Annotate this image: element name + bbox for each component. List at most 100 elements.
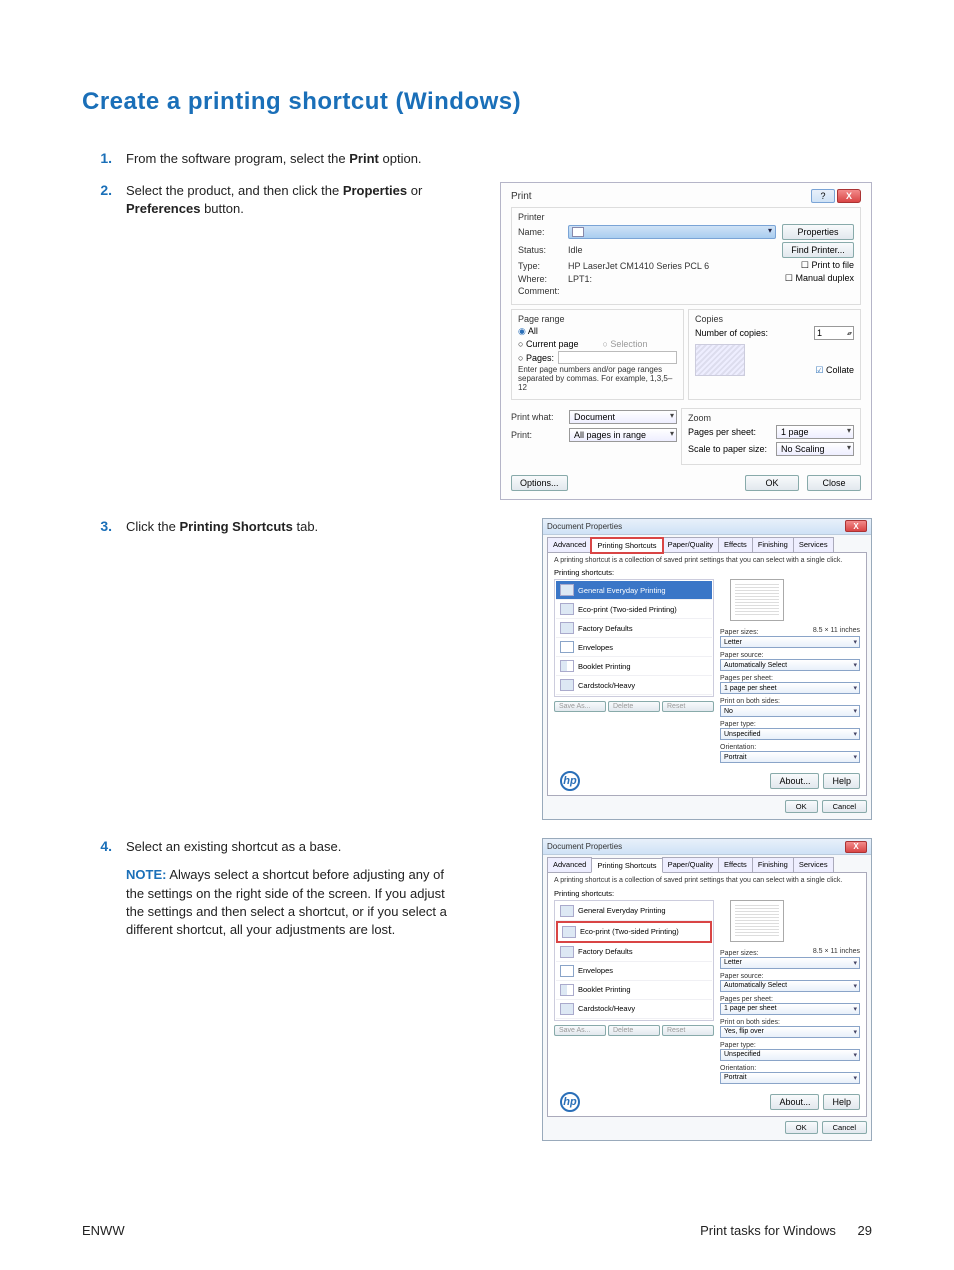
find-printer-button[interactable]: Find Printer... <box>782 242 854 258</box>
print-combo[interactable]: All pages in range <box>569 428 677 442</box>
help-button[interactable]: Help <box>823 773 860 789</box>
shortcut-icon <box>560 660 574 672</box>
close-button[interactable]: X <box>837 189 861 203</box>
scale-label: Scale to paper size: <box>688 444 767 454</box>
shortcut-item[interactable]: Eco-print (Two-sided Printing) <box>556 600 712 619</box>
shortcut-list[interactable]: General Everyday PrintingEco-print (Two-… <box>554 579 714 697</box>
pages-hint: Enter page numbers and/or page ranges se… <box>518 366 677 392</box>
printer-name-combo[interactable] <box>568 225 776 239</box>
pages-input[interactable] <box>558 351 677 364</box>
footer-right: Print tasks for Windows 29 <box>700 1223 872 1238</box>
tab-finishing[interactable]: Finishing <box>752 857 794 872</box>
shortcut-label: General Everyday Printing <box>578 906 666 915</box>
close-button-bottom[interactable]: Close <box>807 475 861 491</box>
shortcut-list-label: Printing shortcuts: <box>554 568 860 577</box>
about-button[interactable]: About... <box>770 773 819 789</box>
tab-effects[interactable]: Effects <box>718 537 753 552</box>
ok-button[interactable]: OK <box>785 800 818 813</box>
about-button[interactable]: About... <box>770 1094 819 1110</box>
tab-printing-shortcuts[interactable]: Printing Shortcuts <box>591 538 662 553</box>
shortcut-item[interactable]: Factory Defaults <box>556 619 712 638</box>
tab-advanced[interactable]: Advanced <box>547 537 592 552</box>
paper-sizes-combo[interactable]: Letter <box>720 636 860 648</box>
step-text-a: Click the <box>126 519 179 534</box>
collate-checkbox[interactable]: Collate <box>815 365 854 376</box>
shortcut-label: Factory Defaults <box>578 624 633 633</box>
dialog-title: Print <box>511 191 532 202</box>
paper-source-combo[interactable]: Automatically Select <box>720 659 860 671</box>
close-icon[interactable]: X <box>845 520 867 532</box>
scale-combo[interactable]: No Scaling <box>776 442 854 456</box>
cancel-button[interactable]: Cancel <box>822 1121 867 1134</box>
ok-button[interactable]: OK <box>745 475 799 491</box>
tabs: AdvancedPrinting ShortcutsPaper/QualityE… <box>547 857 867 873</box>
tab-finishing[interactable]: Finishing <box>752 537 794 552</box>
shortcut-icon <box>560 946 574 958</box>
tab-paper-quality[interactable]: Paper/Quality <box>662 537 719 552</box>
note-text: Always select a shortcut before adjustin… <box>126 867 447 937</box>
step-bold-b: Preferences <box>126 201 200 216</box>
reset-button[interactable]: Reset <box>662 701 714 712</box>
shortcut-list[interactable]: General Everyday Printing Eco-print (Two-… <box>554 900 714 1021</box>
step-text-b: tab. <box>293 519 318 534</box>
pps-combo[interactable]: 1 page <box>776 425 854 439</box>
help-button[interactable]: ? <box>811 189 835 203</box>
both-sides-combo[interactable]: Yes, flip over <box>720 1026 860 1038</box>
num-copies-input[interactable]: 1 <box>814 326 854 340</box>
paper-source-combo[interactable]: Automatically Select <box>720 980 860 992</box>
delete-button[interactable]: Delete <box>608 1025 660 1036</box>
tab-printing-shortcuts[interactable]: Printing Shortcuts <box>591 858 662 873</box>
tab-effects[interactable]: Effects <box>718 857 753 872</box>
print-to-file-checkbox[interactable]: Print to file <box>801 260 854 271</box>
delete-button[interactable]: Delete <box>608 701 660 712</box>
tab-advanced[interactable]: Advanced <box>547 857 592 872</box>
shortcut-item[interactable]: General Everyday Printing <box>556 581 712 600</box>
pages-per-sheet-combo[interactable]: 1 page per sheet <box>720 1003 860 1015</box>
step-number: 4. <box>82 838 126 939</box>
orientation-combo[interactable]: Portrait <box>720 751 860 763</box>
shortcut-item[interactable]: Factory Defaults <box>556 943 712 962</box>
cancel-button[interactable]: Cancel <box>822 800 867 813</box>
paper-type-combo[interactable]: Unspecified <box>720 728 860 740</box>
step-1: 1. From the software program, select the… <box>82 150 872 168</box>
orientation-combo[interactable]: Portrait <box>720 1072 860 1084</box>
shortcut-item[interactable]: Envelopes <box>556 638 712 657</box>
reset-button[interactable]: Reset <box>662 1025 714 1036</box>
shortcut-item[interactable]: Cardstock/Heavy <box>556 676 712 695</box>
ok-button[interactable]: OK <box>785 1121 818 1134</box>
name-label: Name: <box>518 227 568 237</box>
where-label: Where: <box>518 274 568 284</box>
save-as-button[interactable]: Save As... <box>554 1025 606 1036</box>
pages-radio[interactable]: Pages: <box>518 353 554 363</box>
shortcut-item[interactable]: Envelopes <box>556 962 712 981</box>
tab-services[interactable]: Services <box>793 857 834 872</box>
dp-title: Document Properties <box>547 522 622 531</box>
save-as-button[interactable]: Save As... <box>554 701 606 712</box>
manual-duplex-checkbox[interactable]: Manual duplex <box>785 273 854 284</box>
paper-sizes-combo[interactable]: Letter <box>720 957 860 969</box>
tab-paper-quality[interactable]: Paper/Quality <box>662 857 719 872</box>
printer-group: Printer Name: Properties Status: Idle Fi… <box>511 207 861 305</box>
pages-per-sheet-label: Pages per sheet: <box>720 996 773 1003</box>
shortcut-list-label: Printing shortcuts: <box>554 889 860 898</box>
properties-button[interactable]: Properties <box>782 224 854 240</box>
current-page-radio[interactable]: Current page <box>518 339 578 349</box>
shortcut-item[interactable]: Booklet Printing <box>556 981 712 1000</box>
close-icon[interactable]: X <box>845 841 867 853</box>
step-bold-a: Properties <box>343 183 407 198</box>
shortcut-item[interactable]: General Everyday Printing <box>556 902 712 921</box>
step-3-row: 3. Click the Printing Shortcuts tab. Doc… <box>82 518 872 821</box>
both-sides-combo[interactable]: No <box>720 705 860 717</box>
page-range-group: Page range All Current page Selection Pa… <box>511 309 684 399</box>
pages-per-sheet-combo[interactable]: 1 page per sheet <box>720 682 860 694</box>
print-what-combo[interactable]: Document <box>569 410 677 424</box>
all-radio[interactable]: All <box>518 326 677 337</box>
preview-icon <box>730 900 784 942</box>
tab-services[interactable]: Services <box>793 537 834 552</box>
shortcut-item[interactable]: Booklet Printing <box>556 657 712 676</box>
paper-type-combo[interactable]: Unspecified <box>720 1049 860 1061</box>
options-button[interactable]: Options... <box>511 475 568 491</box>
shortcut-item[interactable]: Eco-print (Two-sided Printing) <box>556 921 712 943</box>
help-button[interactable]: Help <box>823 1094 860 1110</box>
shortcut-item[interactable]: Cardstock/Heavy <box>556 1000 712 1019</box>
